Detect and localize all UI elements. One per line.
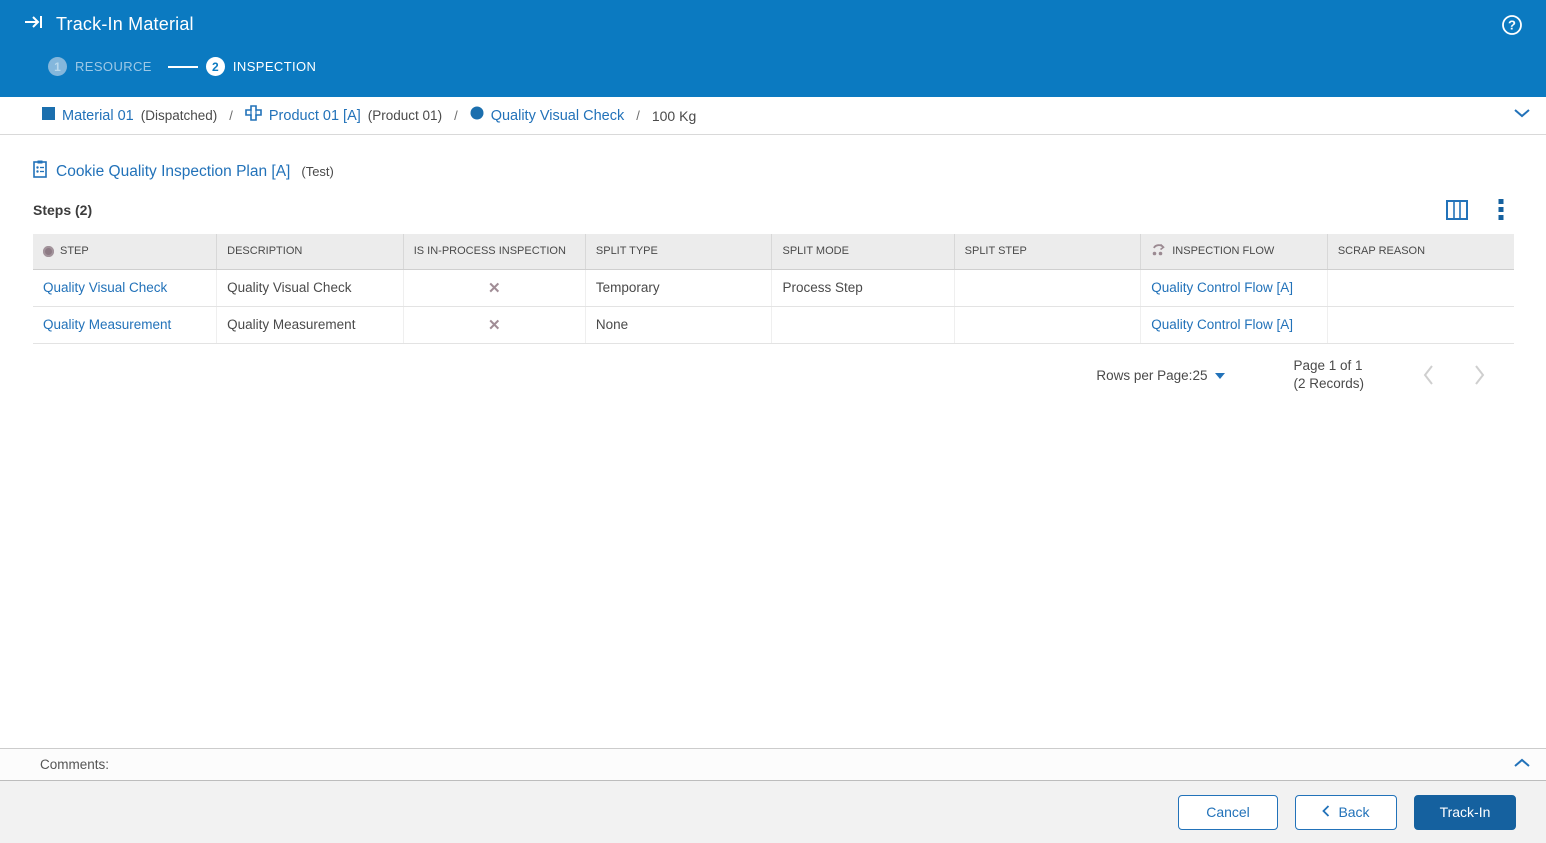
product-link[interactable]: Product 01 [A]: [269, 108, 361, 124]
current-step-link[interactable]: Quality Visual Check: [491, 108, 625, 124]
split-type-cell: Temporary: [585, 269, 773, 307]
page-header: Track-In Material ? 1 RESOURCE 2 INSPECT…: [0, 0, 1546, 97]
breadcrumb-material: Material 01 (Dispatched): [42, 106, 217, 125]
comments-panel-toggle[interactable]: Comments:: [0, 748, 1546, 781]
false-x-icon: ✕: [488, 279, 501, 297]
pagination: Rows per Page:25 Page 1 of 1 (2 Records): [33, 358, 1514, 394]
previous-page-icon[interactable]: [1422, 364, 1435, 386]
track-in-icon: [24, 14, 46, 35]
inspection-flow-link[interactable]: Quality Control Flow [A]: [1151, 280, 1293, 295]
chevron-down-icon[interactable]: [1512, 106, 1532, 124]
track-in-button[interactable]: Track-In: [1414, 794, 1516, 830]
description-cell: Quality Visual Check: [216, 269, 404, 307]
false-x-icon: ✕: [488, 316, 501, 334]
inspection-plan-icon: [33, 160, 47, 183]
breadcrumb-separator: /: [636, 108, 640, 123]
inspection-plan-revision-note: (Test): [301, 164, 334, 179]
column-header-inspection-flow: INSPECTION FLOW: [1140, 234, 1328, 270]
rows-per-page-dropdown[interactable]: Rows per Page:25: [1096, 367, 1226, 383]
column-header-is-in-process-inspection: IS IN-PROCESS INSPECTION: [403, 234, 586, 270]
split-step-cell: [954, 306, 1142, 344]
stepper-step-inspection[interactable]: 2 INSPECTION: [205, 57, 317, 76]
step-label: RESOURCE: [75, 59, 152, 74]
step-status-icon: [43, 245, 54, 257]
inspection-flow-link[interactable]: Quality Control Flow [A]: [1151, 317, 1293, 332]
material-status: (Dispatched): [140, 108, 218, 123]
column-header-split-type: SPLIT TYPE: [585, 234, 773, 270]
flow-icon: [1151, 243, 1166, 260]
next-page-icon[interactable]: [1473, 364, 1486, 386]
breadcrumb-separator: /: [454, 108, 458, 123]
page-title: Track-In Material: [56, 14, 194, 34]
description-cell: Quality Measurement: [216, 306, 404, 344]
action-footer: Cancel Back Track-In: [0, 781, 1546, 843]
column-header-description: DESCRIPTION: [216, 234, 404, 270]
record-count-text: (2 Records): [1293, 376, 1364, 392]
step-link[interactable]: Quality Visual Check: [43, 280, 167, 295]
help-icon[interactable]: ?: [1500, 13, 1524, 37]
split-step-cell: [954, 269, 1142, 307]
steps-section-title: Steps (2): [33, 202, 93, 218]
chevron-down-icon: [1215, 373, 1226, 380]
product-description: (Product 01): [367, 108, 443, 123]
table-row: Quality Visual Check Quality Visual Chec…: [33, 269, 1514, 307]
column-header-split-mode: SPLIT MODE: [771, 234, 955, 270]
breadcrumb-separator: /: [229, 108, 233, 123]
table-header-row: STEP DESCRIPTION IS IN-PROCESS INSPECTIO…: [33, 234, 1514, 270]
column-chooser-icon[interactable]: [1446, 200, 1468, 220]
stepper-step-resource[interactable]: 1 RESOURCE: [48, 57, 152, 76]
step-circle-icon: [470, 106, 484, 125]
stepper-connector: [167, 65, 198, 68]
page-info: Page 1 of 1 (2 Records): [1293, 358, 1364, 394]
material-square-icon: [42, 106, 55, 125]
column-header-step: STEP: [33, 234, 218, 270]
breadcrumb-step: Quality Visual Check: [470, 106, 625, 125]
step-number-badge: 1: [48, 57, 67, 76]
step-number-badge: 2: [205, 57, 225, 76]
rows-per-page-label: Rows per Page:: [1096, 367, 1193, 383]
rows-per-page-value: 25: [1192, 367, 1208, 383]
table-row: Quality Measurement Quality Measurement …: [33, 306, 1514, 344]
column-header-split-step: SPLIT STEP: [954, 234, 1142, 270]
column-header-scrap-reason: SCRAP REASON: [1327, 234, 1514, 270]
breadcrumb: Material 01 (Dispatched) / Product 01 [A…: [0, 97, 1546, 135]
more-options-kebab-icon[interactable]: [1498, 199, 1504, 221]
step-link[interactable]: Quality Measurement: [43, 317, 171, 332]
split-mode-cell: Process Step: [771, 269, 955, 307]
back-button[interactable]: Back: [1295, 794, 1397, 830]
scrap-reason-cell: [1327, 269, 1514, 307]
comments-label: Comments:: [40, 757, 110, 772]
track-in-material-page: Track-In Material ? 1 RESOURCE 2 INSPECT…: [0, 0, 1546, 843]
scrap-reason-cell: [1327, 306, 1514, 344]
product-icon: [245, 105, 262, 126]
quantity-value: 100 Kg: [651, 107, 697, 124]
cancel-button[interactable]: Cancel: [1178, 794, 1278, 830]
step-label: INSPECTION: [232, 59, 317, 74]
chevron-up-icon[interactable]: [1512, 756, 1532, 774]
split-type-cell: None: [585, 306, 773, 344]
page-number-text: Page 1 of 1: [1293, 357, 1363, 373]
breadcrumb-product: Product 01 [A] (Product 01): [245, 105, 442, 126]
chevron-left-icon: [1322, 804, 1330, 820]
main-content: Cookie Quality Inspection Plan [A] (Test…: [0, 135, 1546, 748]
svg-text:?: ?: [1508, 18, 1516, 33]
inspection-plan-link[interactable]: Cookie Quality Inspection Plan [A]: [56, 163, 290, 181]
wizard-stepper: 1 RESOURCE 2 INSPECTION: [48, 57, 1522, 76]
split-mode-cell: [771, 306, 955, 344]
steps-table: STEP DESCRIPTION IS IN-PROCESS INSPECTIO…: [33, 234, 1514, 344]
material-link[interactable]: Material 01: [62, 108, 134, 124]
